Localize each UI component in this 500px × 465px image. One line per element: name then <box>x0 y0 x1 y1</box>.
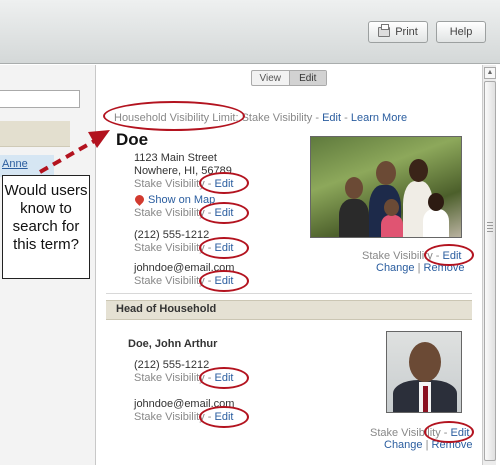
annotation-callout: Would users know to search for this term… <box>2 175 90 279</box>
